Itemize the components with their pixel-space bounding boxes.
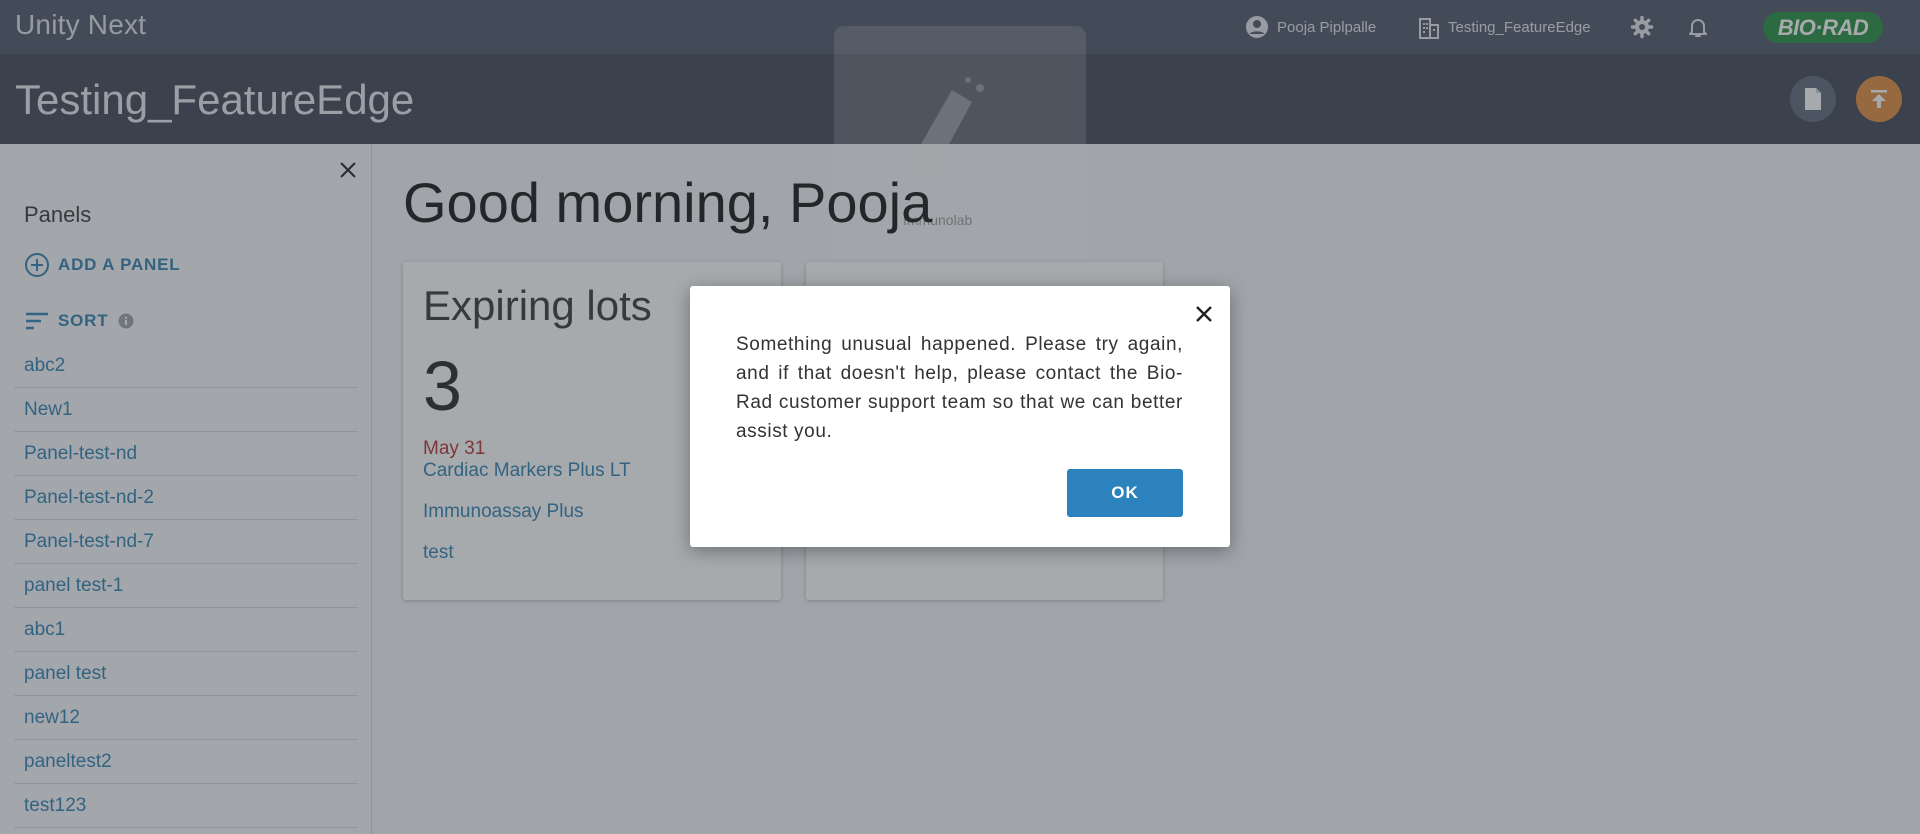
error-message: Something unusual happened. Please try a… bbox=[736, 334, 1183, 442]
error-dialog: Something unusual happened. Please try a… bbox=[690, 286, 1230, 547]
close-icon[interactable] bbox=[1192, 302, 1216, 326]
ok-button[interactable]: OK bbox=[1067, 469, 1183, 517]
